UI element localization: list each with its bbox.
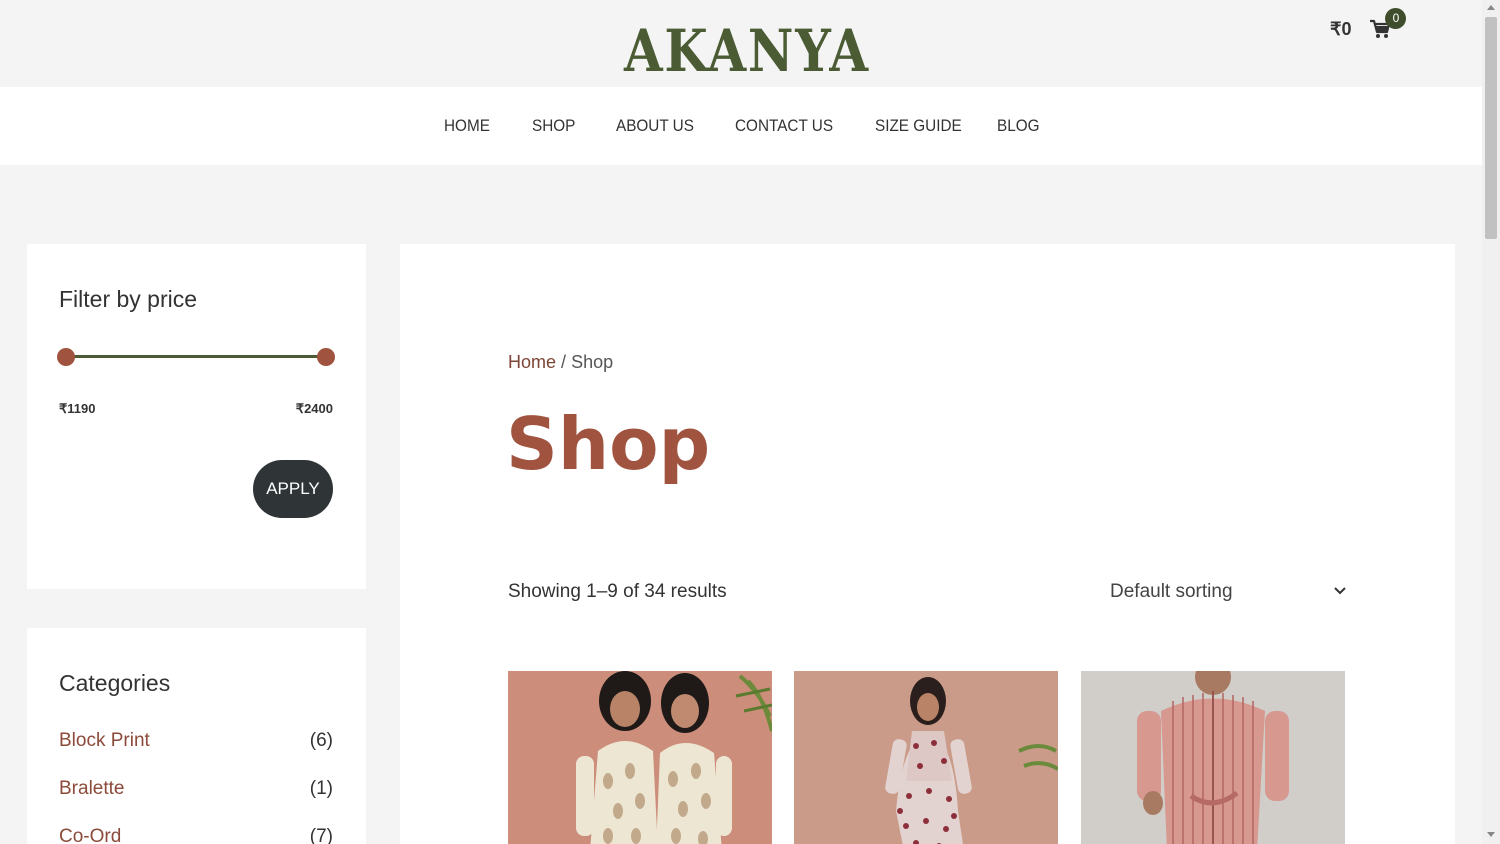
categories-title: Categories [59,670,171,696]
apply-filter-button[interactable]: APPLY [253,460,333,518]
product-card-image[interactable] [1081,671,1345,844]
price-slider-min-handle[interactable] [57,348,75,366]
categories-widget: Categories Block Print (6) Bralette (1) … [27,628,366,844]
scroll-down-arrow-icon[interactable] [1486,829,1496,839]
breadcrumb-home-link[interactable]: Home [508,352,556,372]
min-price-label: ₹1190 [59,401,96,416]
category-count: (6) [309,730,333,751]
cart-count-badge: 0 [1385,8,1407,29]
category-name[interactable]: Block Print [59,730,150,752]
top-header: AKANYA ₹0 0 [0,0,1482,87]
cart-total[interactable]: ₹0 [1330,19,1351,40]
page-title: Shop [506,402,711,486]
price-slider-track[interactable] [65,355,327,358]
category-count: (7) [309,826,333,844]
breadcrumb-separator: / [561,352,567,372]
nav-item-blog[interactable]: BLOG [997,87,1040,165]
category-item[interactable]: Block Print (6) [59,730,333,756]
category-name[interactable]: Co-Ord [59,826,121,844]
product-card-image[interactable] [794,671,1058,844]
category-name[interactable]: Bralette [59,778,124,800]
result-count: Showing 1–9 of 34 results [508,581,727,602]
sort-selected-value[interactable]: Default sorting [1110,581,1233,603]
scrollbar-thumb[interactable] [1485,17,1497,239]
main-navigation: HOME SHOP ABOUT US CONTACT US SIZE GUIDE… [0,87,1482,165]
price-filter-widget: Filter by price ₹1190 ₹2400 APPLY [27,244,366,589]
sort-dropdown[interactable]: Default sorting [1110,575,1348,609]
nav-item-size-guide[interactable]: SIZE GUIDE [875,87,962,165]
filter-title: Filter by price [59,286,198,312]
product-card-image[interactable] [508,671,772,844]
cart-widget[interactable]: ₹0 0 [1330,8,1407,40]
nav-item-shop[interactable]: SHOP [532,87,575,165]
site-logo[interactable]: AKANYA [624,18,870,84]
page-scrollbar[interactable] [1482,0,1500,844]
breadcrumb-current: Shop [571,352,614,372]
category-count: (1) [309,778,333,799]
chevron-down-icon [1334,587,1346,595]
breadcrumb: Home / Shop [508,352,613,373]
category-item[interactable]: Bralette (1) [59,778,333,804]
scroll-up-arrow-icon[interactable] [1486,3,1496,13]
price-slider-max-handle[interactable] [317,348,335,366]
shop-main-content: Home / Shop Shop Showing 1–9 of 34 resul… [400,244,1455,844]
nav-item-home[interactable]: HOME [444,87,490,165]
nav-item-about-us[interactable]: ABOUT US [616,87,694,165]
nav-item-contact-us[interactable]: CONTACT US [735,87,833,165]
max-price-label: ₹2400 [295,401,333,416]
shopping-cart-icon[interactable]: 0 [1369,8,1407,40]
category-item[interactable]: Co-Ord (7) [59,826,333,844]
